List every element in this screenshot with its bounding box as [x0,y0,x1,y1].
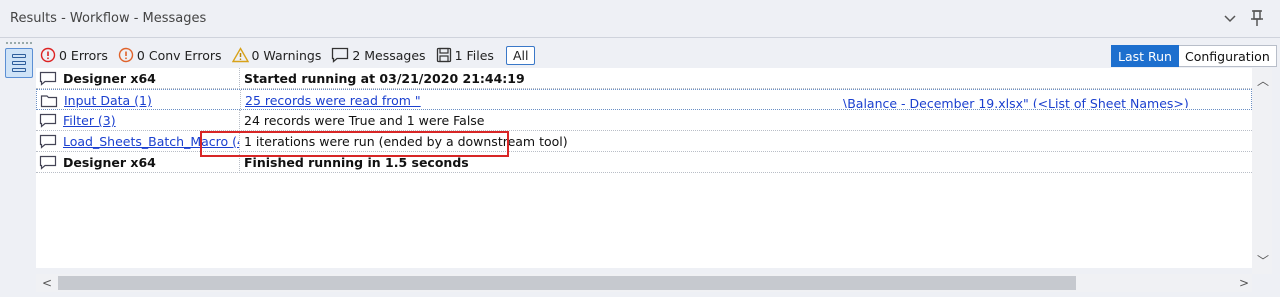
error-icon [40,47,56,63]
errors-filter[interactable]: 0 Errors [40,44,108,66]
message-link-path[interactable]: \Balance - December 19.xlsx" (<List of S… [843,96,1189,108]
table-row[interactable]: Filter (3) 24 records were True and 1 we… [36,110,1252,131]
list-view-button[interactable] [5,48,33,78]
tool-name: Designer x64 [63,71,156,86]
save-file-icon [436,47,451,63]
message-icon [39,71,57,86]
messages-label: 2 Messages [352,47,426,63]
messages-grid: Designer x64 Started running at 03/21/20… [36,68,1252,268]
list-icon [12,54,26,58]
filter-toolbar: 0 Errors 0 Conv Errors 0 Warnings 2 Mess… [40,44,536,66]
table-row[interactable]: Designer x64 Started running at 03/21/20… [36,68,1252,89]
message-link[interactable]: 25 records were read from " [245,93,421,108]
vertical-scrollbar[interactable]: ︿ ﹀ [1252,68,1272,274]
horizontal-scroll-thumb[interactable] [58,276,1076,290]
last-run-tab[interactable]: Last Run [1111,45,1179,67]
warning-icon [231,47,249,63]
message-icon [332,47,349,63]
results-panel: Results - Workflow - Messages 0 Errors 0… [0,0,1280,297]
message-text: Started running at 03/21/2020 21:44:19 [244,71,525,86]
conv-error-icon [118,47,134,63]
warnings-label: 0 Warnings [251,47,322,63]
panel-title: Results - Workflow - Messages [10,11,207,26]
configuration-tab[interactable]: Configuration [1178,45,1277,67]
tool-link[interactable]: Input Data (1) [64,93,240,108]
message-icon [39,113,57,128]
scroll-right-icon[interactable]: > [1239,276,1249,290]
files-filter[interactable]: 1 Files [436,44,494,66]
errors-label: 0 Errors [59,47,108,63]
run-config-toggle: Last Run Configuration [1111,45,1277,67]
column-divider [239,68,240,89]
tool-name: Designer x64 [63,155,156,170]
table-row[interactable]: Input Data (1) 25 records were read from… [36,89,1252,111]
conv-errors-label: 0 Conv Errors [136,47,222,63]
list-icon-bar [12,68,26,72]
scroll-left-icon[interactable]: < [42,276,52,290]
warnings-filter[interactable]: 0 Warnings [231,44,322,66]
files-label: 1 Files [454,47,494,63]
highlight-box [200,131,509,157]
scroll-up-icon[interactable]: ︿ [1257,72,1269,89]
message-icon [39,155,57,170]
title-bar: Results - Workflow - Messages [0,0,1280,38]
message-text: Finished running in 1.5 seconds [244,155,469,170]
tool-link[interactable]: Filter (3) [63,113,239,128]
pin-icon[interactable] [1248,8,1266,28]
column-divider [240,90,241,111]
message-icon [39,134,57,149]
column-divider [239,110,240,131]
message-text: 25 records were read from " \Balance - D… [245,93,1245,108]
conv-errors-filter[interactable]: 0 Conv Errors [118,44,222,66]
message-text: 24 records were True and 1 were False [244,113,485,128]
list-icon-bar [12,61,26,65]
messages-filter[interactable]: 2 Messages [331,44,426,66]
scroll-down-icon[interactable]: ﹀ [1257,252,1269,269]
all-filter-button[interactable]: All [505,45,536,65]
chevron-down-icon[interactable] [1222,10,1238,26]
folder-icon [40,95,58,108]
